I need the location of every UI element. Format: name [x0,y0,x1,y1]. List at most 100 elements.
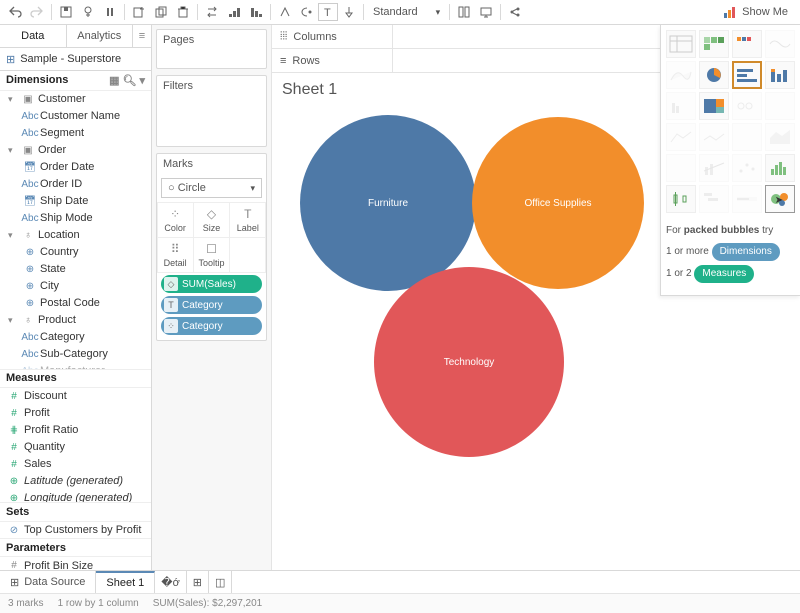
tab-datasource[interactable]: ⊞Data Source [0,571,96,593]
swap-button[interactable] [201,2,223,22]
folder-customer[interactable]: ▾▣Customer [0,91,151,108]
bubble-technology[interactable]: Technology [374,267,564,457]
new-worksheet-button[interactable] [128,2,150,22]
field-order-date[interactable]: 📅︎Order Date [0,159,151,176]
sm-stacked-bar[interactable] [765,61,795,89]
bubble-furniture[interactable]: Furniture [300,115,476,291]
field-state[interactable]: ⊕State [0,261,151,278]
highlight-button[interactable] [274,2,296,22]
detail-shelf[interactable]: ⠿Detail [157,237,194,273]
text-label-button[interactable]: T [318,3,338,21]
sets-header: Sets [0,502,151,521]
redo-button[interactable] [26,2,48,22]
pause-updates-button[interactable] [99,2,121,22]
mark-type-dropdown[interactable]: ○ Circle▾ [161,178,262,198]
sm-line-cont[interactable] [666,123,696,151]
presentation-button[interactable] [475,2,497,22]
share-button[interactable] [504,2,526,22]
field-longitude[interactable]: ⊕Longitude (generated) [0,490,151,502]
field-profit-ratio[interactable]: ⋕Profit Ratio [0,422,151,439]
field-postal-code[interactable]: ⊕Postal Code [0,295,151,312]
sm-filled-map[interactable] [666,61,696,89]
sm-scatter[interactable] [732,154,762,182]
field-manufacturer[interactable]: AbcManufacturer [0,363,151,369]
tab-analytics[interactable]: Analytics [67,25,134,47]
showme-button[interactable]: Show Me [715,5,796,19]
field-city[interactable]: ⊕City [0,278,151,295]
group-button[interactable] [296,2,318,22]
pages-card[interactable]: Pages [156,29,267,69]
field-ship-mode[interactable]: AbcShip Mode [0,210,151,227]
sm-hbar[interactable] [732,61,762,89]
new-story-tab[interactable]: ◫ [209,571,232,593]
tooltip-shelf[interactable]: ☐Tooltip [193,237,230,273]
new-dashboard-tab[interactable]: ⊞ [187,571,209,593]
view-grid-icon[interactable]: ▦ [109,74,119,87]
datasource-icon: ⊞ [6,53,15,66]
sm-circle-view[interactable] [732,92,762,120]
sort-asc-button[interactable] [223,2,245,22]
sm-pie[interactable] [699,61,729,89]
field-segment[interactable]: AbcSegment [0,125,151,142]
clear-button[interactable] [172,2,194,22]
set-top-customers[interactable]: ⊘Top Customers by Profit [0,522,151,538]
size-shelf[interactable]: ◇Size [193,202,230,238]
folder-order[interactable]: ▾▣Order [0,142,151,159]
sm-text-table[interactable] [666,30,696,58]
pill-size-sales[interactable]: ◇SUM(Sales) [161,275,262,293]
sm-treemap[interactable] [699,92,729,120]
new-datasource-button[interactable] [77,2,99,22]
fit-dropdown[interactable]: Standard▾ [367,2,446,22]
search-icon[interactable]: 🔍︎ [123,74,137,87]
field-discount[interactable]: #Discount [0,388,151,405]
field-sub-category[interactable]: AbcSub-Category [0,346,151,363]
data-panel-menu[interactable]: ≡ [133,25,151,47]
sheet-tabs: ⊞Data Source Sheet 1 �ớ ⊞ ◫ [0,570,800,593]
sm-dual-combo[interactable] [699,154,729,182]
field-category[interactable]: AbcCategory [0,329,151,346]
tab-sheet1[interactable]: Sheet 1 [96,571,155,593]
sm-box-plot[interactable] [666,185,696,213]
new-worksheet-tab[interactable]: �ớ [155,571,187,593]
sm-area-disc[interactable] [666,154,696,182]
label-shelf[interactable]: TLabel [229,202,266,238]
field-sales[interactable]: #Sales [0,456,151,473]
showme-label: Show Me [742,6,788,18]
sm-area-cont[interactable] [765,123,795,151]
folder-product[interactable]: ▾♁Product [0,312,151,329]
tab-data[interactable]: Data [0,25,67,47]
save-button[interactable] [55,2,77,22]
field-ship-date[interactable]: 📅︎Ship Date [0,193,151,210]
sm-symbol-map[interactable] [765,30,795,58]
field-country[interactable]: ⊕Country [0,244,151,261]
sm-line-disc[interactable] [699,123,729,151]
sm-dual-line[interactable] [732,123,762,151]
showme-icon [723,5,737,19]
undo-button[interactable] [4,2,26,22]
field-customer-name[interactable]: AbcCustomer Name [0,108,151,125]
bubble-office-supplies[interactable]: Office Supplies [472,117,644,289]
sm-highlight-table[interactable] [732,30,762,58]
sm-side-bar[interactable] [666,92,696,120]
pill-color-category[interactable]: ⁘Category [161,317,262,335]
pill-label-category[interactable]: TCategory [161,296,262,314]
show-cards-button[interactable] [453,2,475,22]
field-quantity[interactable]: #Quantity [0,439,151,456]
sm-gantt[interactable] [699,185,729,213]
sm-side-circle[interactable] [765,92,795,120]
duplicate-button[interactable] [150,2,172,22]
color-shelf[interactable]: ⁘Color [157,202,194,238]
datasource-name[interactable]: Sample - Superstore [20,53,121,65]
sort-desc-button[interactable] [245,2,267,22]
field-latitude[interactable]: ⊕Latitude (generated) [0,473,151,490]
field-order-id[interactable]: AbcOrder ID [0,176,151,193]
sm-histogram[interactable] [765,154,795,182]
sm-bullet[interactable] [732,185,762,213]
folder-location[interactable]: ▾♁Location [0,227,151,244]
field-profit[interactable]: #Profit [0,405,151,422]
sm-heatmap[interactable] [699,30,729,58]
pin-button[interactable] [338,2,360,22]
sm-packed-bubbles[interactable]: ➤ [765,185,795,213]
filters-card[interactable]: Filters [156,75,267,147]
rows-icon: ≡ [280,55,286,67]
